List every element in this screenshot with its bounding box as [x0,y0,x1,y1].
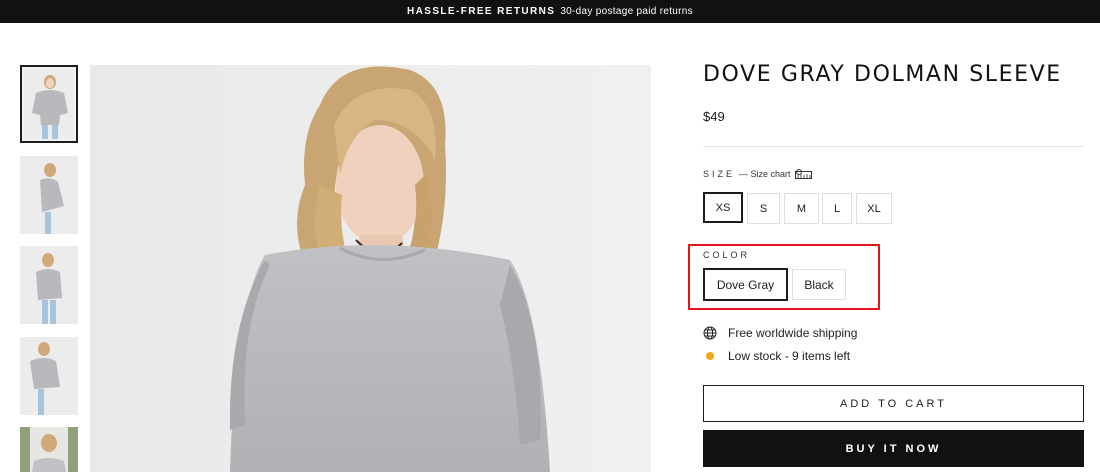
announcement-strong: HASSLE-FREE RETURNS [407,6,556,17]
model-photo [90,65,651,472]
size-option-xs[interactable]: XS [703,192,743,223]
color-highlight-box [688,244,880,310]
feature-shipping-text: Free worldwide shipping [728,326,858,340]
buy-it-now-button[interactable]: BUY IT NOW [703,430,1084,467]
thumbnail-1-image [24,69,74,139]
thumbnail-4-image [20,337,78,415]
thumbnail-1[interactable] [20,65,78,143]
announcement-text: 30-day postage paid returns [560,6,693,17]
thumbnail-4[interactable] [20,337,78,415]
size-option-xl[interactable]: XL [856,193,892,224]
thumbnail-3[interactable] [20,246,78,324]
announcement-bar: HASSLE-FREE RETURNS 30-day postage paid … [0,0,1100,23]
size-label: SIZE [703,169,736,179]
add-to-cart-button[interactable]: ADD TO CART [703,385,1084,422]
thumbnail-2-image [20,156,78,234]
feature-stock: Low stock - 9 items left [703,349,850,363]
thumbnail-3-image [20,246,78,324]
divider [703,146,1084,147]
stock-dot-icon [703,349,717,363]
feature-shipping: Free worldwide shipping [703,326,857,340]
feature-stock-text: Low stock - 9 items left [728,349,851,363]
product-price: $49 [703,109,725,124]
product-main-image[interactable] [90,65,651,472]
size-section-label: SIZE — Size chart [703,169,812,179]
size-option-m[interactable]: M [784,193,819,224]
thumbnail-2[interactable] [20,156,78,234]
product-title: DOVE GRAY DOLMAN SLEEVE [703,62,1062,87]
thumbnail-5-image [20,427,78,472]
ruler-icon[interactable] [794,169,812,179]
size-option-s[interactable]: S [747,193,780,224]
size-chart-link[interactable]: — Size chart [739,169,791,179]
thumbnail-5[interactable] [20,427,78,472]
globe-icon [703,326,717,340]
size-option-l[interactable]: L [822,193,852,224]
